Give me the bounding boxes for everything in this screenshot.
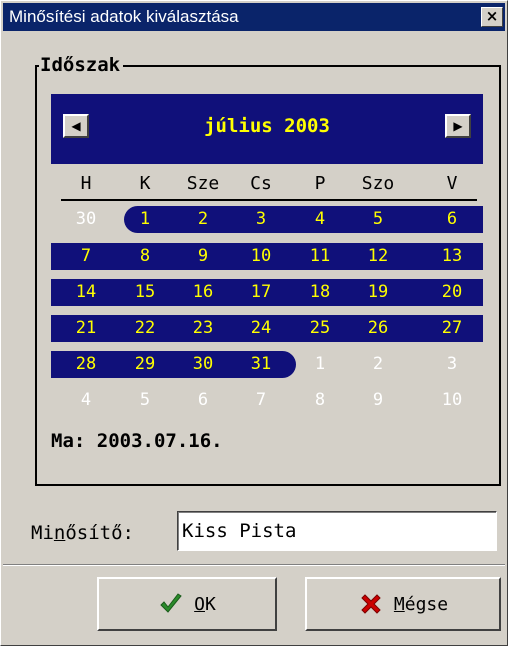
calendar-day[interactable]: 20: [423, 279, 481, 306]
calendar-day[interactable]: 17: [232, 279, 290, 306]
calendar-day[interactable]: 13: [423, 243, 481, 270]
calendar-day[interactable]: 15: [116, 279, 174, 306]
weekday-2: Sze: [186, 173, 220, 194]
calendar-day[interactable]: 5: [116, 387, 174, 414]
calendar-day[interactable]: 10: [423, 387, 481, 414]
rater-label: Minősítő:: [31, 522, 134, 544]
calendar-day[interactable]: 8: [116, 243, 174, 270]
calendar-day[interactable]: 7: [57, 243, 115, 270]
calendar-day[interactable]: 16: [174, 279, 232, 306]
weekday-divider: [61, 199, 477, 201]
calendar-day[interactable]: 26: [349, 315, 407, 342]
calendar-day[interactable]: 28: [57, 351, 115, 378]
right-arrow-icon: ▶: [453, 119, 463, 133]
calendar-day[interactable]: 21: [57, 315, 115, 342]
dialog-window: Minősítési adatok kiválasztása × Időszak…: [0, 0, 508, 646]
calendar-day[interactable]: 4: [291, 206, 349, 233]
calendar-day[interactable]: 24: [232, 315, 290, 342]
calendar-header: ◀ július 2003 ▶: [51, 94, 483, 164]
calendar-day[interactable]: 2: [349, 351, 407, 378]
window-title: Minősítési adatok kiválasztása: [9, 7, 239, 26]
weekday-0: H: [80, 173, 92, 194]
calendar-day[interactable]: 6: [423, 206, 481, 233]
calendar-day[interactable]: 14: [57, 279, 115, 306]
calendar-day[interactable]: 25: [291, 315, 349, 342]
calendar-day[interactable]: 31: [232, 351, 290, 378]
calendar-day[interactable]: 9: [174, 243, 232, 270]
calendar-day[interactable]: 3: [232, 206, 290, 233]
calendar-day[interactable]: 6: [174, 387, 232, 414]
calendar-day[interactable]: 2: [174, 206, 232, 233]
calendar-day[interactable]: 22: [116, 315, 174, 342]
calendar-day[interactable]: 5: [349, 206, 407, 233]
weekday-3: Cs: [250, 173, 272, 194]
calendar-day[interactable]: 3: [423, 351, 481, 378]
rater-input[interactable]: Kiss Pista: [177, 511, 497, 551]
calendar-day[interactable]: 8: [291, 387, 349, 414]
calendar-day[interactable]: 9: [349, 387, 407, 414]
close-button[interactable]: ×: [481, 7, 503, 27]
ok-button[interactable]: OK: [97, 577, 277, 631]
calendar-day[interactable]: 7: [232, 387, 290, 414]
title-bar: Minősítési adatok kiválasztása ×: [3, 3, 505, 31]
calendar-day[interactable]: 30: [174, 351, 232, 378]
calendar-day[interactable]: 1: [291, 351, 349, 378]
calendar-day[interactable]: 4: [57, 387, 115, 414]
cancel-button-label: Mégse: [393, 593, 449, 615]
calendar-day[interactable]: 19: [349, 279, 407, 306]
close-icon: ×: [485, 7, 499, 25]
calendar-day[interactable]: 23: [174, 315, 232, 342]
period-group-title: Időszak: [39, 54, 124, 76]
weekday-5: Szo: [361, 173, 395, 194]
calendar-day[interactable]: 12: [349, 243, 407, 270]
calendar-day[interactable]: 27: [423, 315, 481, 342]
calendar-day[interactable]: 10: [232, 243, 290, 270]
calendar-day[interactable]: 11: [291, 243, 349, 270]
month-title: július 2003: [204, 115, 330, 137]
today-label: Ma: 2003.07.16.: [51, 430, 223, 452]
x-icon: [358, 591, 384, 617]
calendar-day[interactable]: 30: [57, 206, 115, 233]
checkmark-icon: [158, 591, 184, 617]
weekday-1: K: [139, 173, 151, 194]
calendar-day[interactable]: 29: [116, 351, 174, 378]
cancel-button[interactable]: Mégse: [305, 577, 501, 631]
weekday-6: V: [446, 173, 458, 194]
ok-button-label: OK: [194, 593, 216, 615]
calendar-day[interactable]: 18: [291, 279, 349, 306]
weekday-4: P: [314, 173, 326, 194]
next-month-button[interactable]: ▶: [445, 114, 471, 138]
calendar-day[interactable]: 1: [116, 206, 174, 233]
